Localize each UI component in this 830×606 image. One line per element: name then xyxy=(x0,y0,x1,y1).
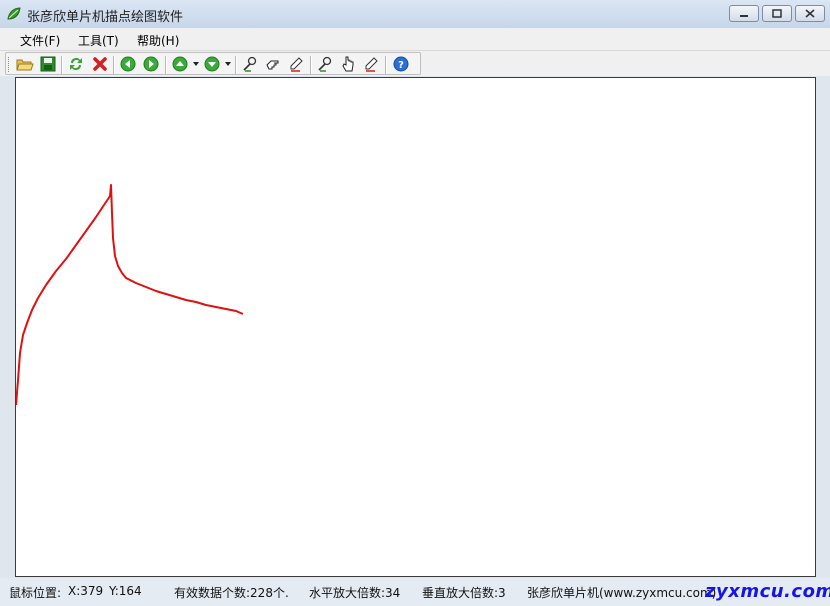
toolbar-separator xyxy=(310,56,312,74)
erase-tool-button[interactable] xyxy=(286,56,306,74)
toolbar-separator xyxy=(113,56,115,74)
erase-tool-icon xyxy=(288,56,304,75)
up-icon xyxy=(172,56,188,75)
mouse-position-label: 鼠标位置: xyxy=(9,586,62,600)
zoom-tool-2-icon xyxy=(317,56,333,75)
hand-pan-button[interactable] xyxy=(263,56,283,74)
menu-file[interactable]: 文件(F) xyxy=(20,32,60,49)
forward-button[interactable] xyxy=(141,56,161,74)
zoom-tool-2-button[interactable] xyxy=(315,56,335,74)
open-folder-icon xyxy=(16,56,34,75)
help-button[interactable]: ? xyxy=(391,56,411,74)
svg-text:?: ? xyxy=(398,60,404,71)
back-button[interactable] xyxy=(118,56,138,74)
zoom-tool-button[interactable] xyxy=(240,56,260,74)
vertical-zoom: 垂直放大倍数:3 xyxy=(422,586,506,600)
minimize-button[interactable] xyxy=(729,5,759,22)
close-button[interactable] xyxy=(795,5,825,22)
maximize-icon xyxy=(772,7,782,21)
toolbar-frame: ? xyxy=(5,52,421,75)
forward-icon xyxy=(143,56,159,75)
down-button[interactable] xyxy=(202,56,222,74)
plot-svg xyxy=(16,184,244,406)
help-icon: ? xyxy=(393,56,409,75)
menu-tools[interactable]: 工具(T) xyxy=(78,32,119,49)
plot-canvas[interactable] xyxy=(15,77,816,577)
minimize-icon xyxy=(739,7,749,21)
refresh-button[interactable] xyxy=(66,56,86,74)
author-info: 张彦欣单片机(www.zyxmcu.com) xyxy=(527,586,717,600)
toolbar-separator xyxy=(235,56,237,74)
refresh-icon xyxy=(68,56,84,75)
plot-line xyxy=(16,184,244,406)
erase-tool-2-icon xyxy=(363,56,379,75)
delete-button[interactable] xyxy=(90,56,110,74)
up-button[interactable] xyxy=(170,56,190,74)
open-button[interactable] xyxy=(15,56,35,74)
horizontal-zoom: 水平放大倍数:34 xyxy=(309,586,401,600)
erase-tool-2-button[interactable] xyxy=(361,56,381,74)
toolbar: ? xyxy=(0,51,830,76)
watermark-logo: zyxmcu.com xyxy=(705,581,830,602)
valid-data-count: 有效数据个数:228个. xyxy=(174,586,289,600)
delete-icon xyxy=(92,56,108,75)
window-title: 张彦欣单片机描点绘图软件 xyxy=(27,10,184,25)
toolbar-grip[interactable] xyxy=(8,57,11,72)
menu-bar: 文件(F) 工具(T) 帮助(H) xyxy=(0,28,830,51)
up-dropdown-arrow[interactable] xyxy=(193,62,199,66)
app-leaf-icon xyxy=(6,6,22,22)
hand-pan-icon xyxy=(265,56,281,75)
save-icon xyxy=(40,56,56,75)
save-button[interactable] xyxy=(38,56,58,74)
maximize-button[interactable] xyxy=(762,5,792,22)
back-icon xyxy=(120,56,136,75)
title-bar: 张彦欣单片机描点绘图软件 xyxy=(0,0,830,29)
pointer-hand-icon xyxy=(340,56,356,75)
zoom-tool-icon xyxy=(242,56,258,75)
pointer-hand-button[interactable] xyxy=(338,56,358,74)
toolbar-separator xyxy=(61,56,63,74)
toolbar-separator xyxy=(385,56,387,74)
toolbar-separator xyxy=(165,56,167,74)
down-dropdown-arrow[interactable] xyxy=(225,62,231,66)
menu-help[interactable]: 帮助(H) xyxy=(137,32,179,49)
mouse-x-value: X:379 xyxy=(68,584,104,598)
down-icon xyxy=(204,56,220,75)
close-icon xyxy=(805,7,815,21)
mouse-y-value: Y:164 xyxy=(109,584,142,598)
